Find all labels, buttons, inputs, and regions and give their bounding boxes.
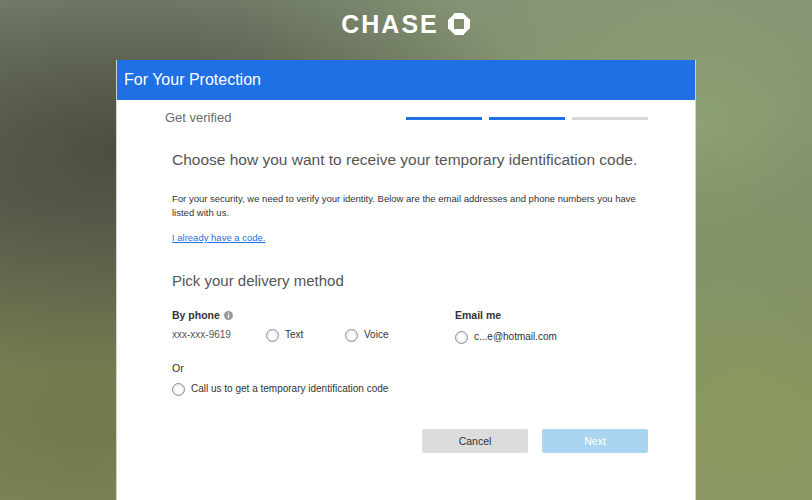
dialog-content: Choose how you want to receive your temp…: [165, 149, 648, 453]
progress-segment: [489, 117, 565, 120]
phone-row: xxx-xxx-9619TextVoice: [172, 327, 455, 343]
radio-button[interactable]: [172, 383, 185, 396]
have-code-link[interactable]: I already have a code.: [172, 231, 265, 245]
phone-number: xxx-xxx-9619: [172, 327, 266, 343]
email-radio-option[interactable]: c...e@hotmail.com: [455, 329, 557, 345]
or-label: Or: [172, 360, 648, 376]
page: CHASE For Your Protection Get verified Choo…: [0, 0, 812, 500]
radio-button[interactable]: [455, 331, 468, 344]
phone-radio-option[interactable]: Text: [266, 327, 345, 343]
phone-method: By phone xxx-xxx-9619TextVoice: [172, 307, 455, 345]
dialog-body: Get verified Choose how you want to recei…: [117, 100, 695, 453]
next-button[interactable]: Next: [542, 429, 648, 453]
heading: Choose how you want to receive your temp…: [172, 149, 648, 171]
step-label: Get verified: [165, 109, 231, 127]
call-radio-option[interactable]: Call us to get a temporary identificatio…: [172, 381, 648, 397]
dialog-header: For Your Protection: [117, 60, 695, 100]
dialog-title: For Your Protection: [124, 70, 261, 90]
logo-text: CHASE: [341, 10, 439, 38]
dialog-actions: Cancel Next: [172, 429, 648, 453]
delivery-methods: By phonexxx-xxx-9619TextVoiceEmail mec..…: [172, 307, 648, 345]
verification-dialog: For Your Protection Get verified Choose ho…: [116, 60, 696, 500]
section-title: Pick your delivery method: [172, 271, 648, 291]
progress-segment: [572, 117, 648, 120]
octagon-icon: [447, 12, 471, 36]
email-label: Email me: [455, 307, 557, 323]
info-icon[interactable]: [224, 311, 233, 320]
step-indicator: Get verified: [165, 109, 648, 127]
cancel-button[interactable]: Cancel: [422, 429, 528, 453]
email-method: Email me c...e@hotmail.com: [455, 307, 557, 345]
progress-segments: [406, 117, 648, 120]
radio-button[interactable]: [345, 329, 358, 342]
phone-label: By phone: [172, 307, 455, 323]
phone-radio-option[interactable]: Voice: [345, 327, 424, 343]
progress-segment: [406, 117, 482, 120]
chase-logo: CHASE: [341, 0, 471, 60]
intro-text: For your security, we need to verify you…: [172, 192, 648, 220]
radio-button[interactable]: [266, 329, 279, 342]
